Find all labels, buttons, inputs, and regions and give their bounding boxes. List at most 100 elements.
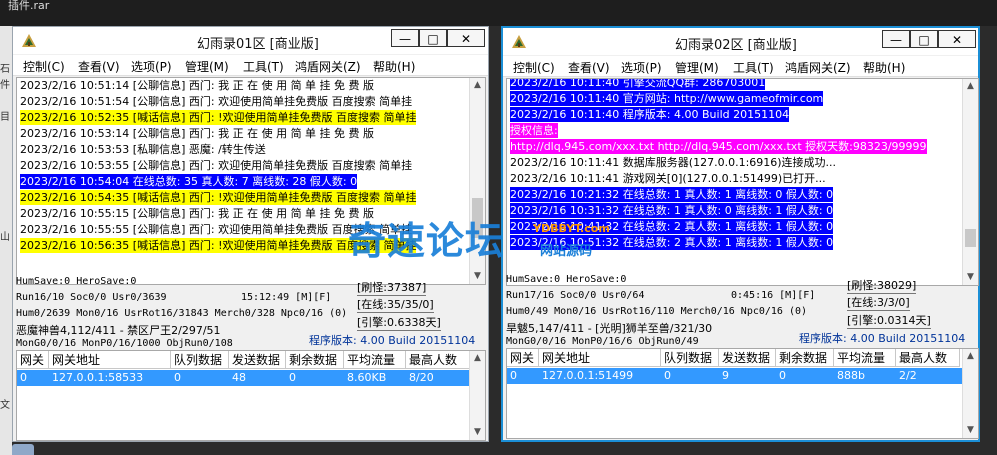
program-version: 程序版本: 4.00 Build 20151104	[799, 332, 966, 345]
log-line-text: 2023/2/16 10:51:54 [公聊信息] 西门: 欢迎使用简单挂免费版…	[20, 95, 413, 108]
menu-view[interactable]: 查看(V)	[568, 59, 610, 76]
program-version: 程序版本: 4.00 Build 20151104	[309, 334, 476, 347]
column-header[interactable]: 网关	[17, 351, 49, 369]
scroll-up-icon[interactable]: ▲	[963, 79, 978, 94]
column-header[interactable]: 最高人数	[406, 351, 470, 369]
log-line: 授权信息:	[510, 123, 558, 138]
menu-options[interactable]: 选项(P)	[131, 58, 172, 75]
log-line-text: 2023/2/16 10:11:40 官方网站: http://www.game…	[510, 91, 824, 106]
scroll-up-icon[interactable]: ▲	[470, 351, 485, 366]
column-header[interactable]: 发送数据	[719, 349, 776, 367]
log-line: 2023/2/16 10:11:41 数据库服务器(127.0.0.1:6916…	[510, 155, 836, 170]
log-line-text: 2023/2/16 10:21:32 在线总数: 1 真人数: 1 离线数: 0…	[510, 187, 834, 202]
table-cell: 0	[174, 371, 181, 384]
menu-bar: 控制(C) 查看(V) 选项(P) 管理(M) 工具(T) 鸿盾网关(Z) 帮助…	[13, 55, 488, 76]
log-line: 2023/2/16 10:52:35 [喊话信息] 西门: !欢迎使用简单挂免费…	[20, 110, 417, 125]
menu-manage[interactable]: 管理(M)	[185, 58, 229, 75]
desktop-top-strip: 插件.rar	[0, 0, 997, 26]
status-humsave: HumSave:0 HeroSave:0	[16, 276, 137, 287]
title-bar[interactable]: 幻雨录01区 [商业版] — □ ✕	[13, 27, 488, 54]
log-line-text: 2023/2/16 10:54:35 [喊话信息] 西门: !欢迎使用简单挂免费…	[20, 190, 417, 205]
minimize-button[interactable]: —	[391, 29, 419, 47]
title-bar[interactable]: 幻雨录02区 [商业版] — □ ✕	[503, 28, 978, 55]
column-header[interactable]: 剩余数据	[286, 351, 344, 369]
log-line: 2023/2/16 10:11:40 官方网站: http://www.game…	[510, 91, 824, 106]
menu-options[interactable]: 选项(P)	[621, 59, 662, 76]
watermark-url: YDBBYT.com	[533, 222, 610, 235]
menu-view[interactable]: 查看(V)	[78, 58, 120, 75]
menu-gateway[interactable]: 鸿盾网关(Z)	[785, 59, 851, 76]
status-mong: MonG0/0/16 MonP0/16/1000 ObjRun0/108	[16, 338, 233, 349]
column-header[interactable]: 网关地址	[49, 351, 171, 369]
scroll-down-icon[interactable]: ▼	[963, 270, 978, 285]
desktop-glyph: 山	[0, 232, 10, 243]
log-line-text: 授权信息:	[510, 123, 558, 138]
watermark-logo: 奇速论坛	[348, 219, 505, 263]
engine-uptime: [引擎:0.0314天]	[847, 314, 931, 329]
scroll-up-icon[interactable]: ▲	[470, 78, 485, 93]
app-icon	[22, 34, 36, 47]
column-header[interactable]: 平均流量	[834, 349, 896, 367]
column-header[interactable]: 队列数据	[661, 349, 719, 367]
column-header[interactable]: 最高人数	[896, 349, 960, 367]
table-cell: 0	[20, 371, 27, 384]
log-line: 2023/2/16 10:11:41 游戏网关[0](127.0.0.1:514…	[510, 171, 826, 186]
log-line: 2023/2/16 10:53:55 [公聊信息] 西门: 欢迎使用简单挂免费版…	[20, 158, 412, 173]
menu-gateway[interactable]: 鸿盾网关(Z)	[295, 58, 361, 75]
table-scrollbar[interactable]: ▲ ▼	[962, 349, 978, 438]
scroll-up-icon[interactable]: ▲	[963, 349, 978, 364]
column-header[interactable]: 队列数据	[171, 351, 229, 369]
log-line-text: 2023/2/16 10:11:41 数据库服务器(127.0.0.1:6916…	[510, 156, 837, 169]
status-run: Run16/10 Soc0/0 Usr0/3639	[16, 292, 167, 303]
maximize-button[interactable]: □	[910, 30, 938, 48]
status-monster: 恶魔神兽4,112/411 - 禁区尸王2/297/51	[16, 324, 221, 337]
log-line: 2023/2/16 10:21:32 在线总数: 1 真人数: 1 离线数: 0…	[510, 187, 834, 202]
scroll-down-icon[interactable]: ▼	[470, 269, 485, 284]
table-cell: 2/2	[899, 369, 917, 382]
column-header[interactable]: 网关地址	[539, 349, 661, 367]
app-icon	[512, 35, 526, 48]
desktop-glyph: 目	[0, 112, 10, 123]
menu-control[interactable]: 控制(C)	[23, 58, 65, 75]
table-cell: 127.0.0.1:58533	[52, 371, 144, 384]
scroll-thumb[interactable]	[965, 229, 976, 247]
table-row[interactable]: 0 127.0.0.1:51499 0 9 0 888b 2/2	[507, 368, 963, 384]
desktop-glyph: 文	[0, 400, 10, 411]
column-header[interactable]: 网关	[507, 349, 539, 367]
desktop-file-label: 插件.rar	[8, 0, 50, 12]
log-line: 2023/2/16 10:11:40 引擎交流QQ群: 286703001	[510, 79, 766, 90]
gateway-table[interactable]: 网关 网关地址 队列数据 发送数据 剩余数据 平均流量 最高人数 0 127.0…	[506, 348, 979, 439]
engine-uptime: [引擎:0.6338天]	[357, 316, 441, 331]
log-line-text: 2023/2/16 10:11:40 程序版本: 4.00 Build 2015…	[510, 107, 790, 122]
status-mong: MonG0/0/16 MonP0/16/6 ObjRun0/49	[506, 336, 699, 347]
maximize-button[interactable]: □	[419, 29, 447, 47]
gateway-table[interactable]: 网关 网关地址 队列数据 发送数据 剩余数据 平均流量 最高人数 0 127.0…	[16, 350, 486, 441]
table-cell: 0	[289, 371, 296, 384]
menu-bar: 控制(C) 查看(V) 选项(P) 管理(M) 工具(T) 鸿盾网关(Z) 帮助…	[503, 56, 978, 77]
minimize-button[interactable]: —	[882, 30, 910, 48]
online-count: [在线:3/3/0]	[847, 296, 910, 311]
log-line: 2023/2/16 10:11:40 程序版本: 4.00 Build 2015…	[510, 107, 790, 122]
table-scrollbar[interactable]: ▲ ▼	[469, 351, 485, 440]
log-line-text: http://dlq.945.com/xxx.txt http://dlq.94…	[510, 139, 927, 154]
desktop-shortcut-icon[interactable]	[12, 444, 34, 455]
menu-tools[interactable]: 工具(T)	[733, 59, 774, 76]
menu-manage[interactable]: 管理(M)	[675, 59, 719, 76]
log-line-text: 2023/2/16 10:54:04 在线总数: 35 真人数: 7 离线数: …	[20, 174, 358, 189]
log-line-text: 2023/2/16 10:51:14 [公聊信息] 西门: 我 正 在 使 用 …	[20, 79, 375, 92]
column-header[interactable]: 平均流量	[344, 351, 406, 369]
scroll-down-icon[interactable]: ▼	[963, 423, 978, 438]
table-row[interactable]: 0 127.0.0.1:58533 0 48 0 8.60KB 8/20	[17, 370, 470, 386]
menu-control[interactable]: 控制(C)	[513, 59, 555, 76]
menu-help[interactable]: 帮助(H)	[863, 59, 905, 76]
scroll-down-icon[interactable]: ▼	[470, 425, 485, 440]
close-button[interactable]: ✕	[447, 29, 485, 47]
menu-tools[interactable]: 工具(T)	[243, 58, 284, 75]
menu-help[interactable]: 帮助(H)	[373, 58, 415, 75]
log-line: 2023/2/16 10:53:14 [公聊信息] 西门: 我 正 在 使 用 …	[20, 126, 374, 141]
close-button[interactable]: ✕	[938, 30, 976, 48]
column-header[interactable]: 剩余数据	[776, 349, 834, 367]
watermark-subtitle: 网站源码	[540, 244, 593, 259]
column-header[interactable]: 发送数据	[229, 351, 286, 369]
log-scrollbar[interactable]: ▲ ▼	[962, 79, 978, 285]
